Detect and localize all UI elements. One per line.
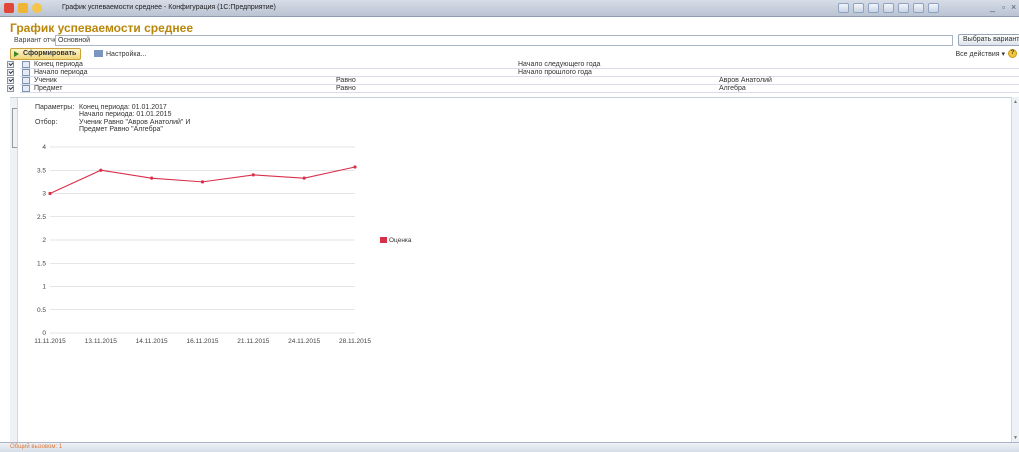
x-tick-label: 16.11.2015	[186, 338, 218, 345]
filter-condition[interactable]: Равно	[336, 77, 356, 85]
y-tick-label: 2.5	[37, 214, 46, 221]
status-bar: Общий вызовом: 1	[0, 442, 1019, 452]
variant-field[interactable]: Основной	[55, 35, 953, 46]
settings-icon	[94, 50, 103, 57]
data-point	[200, 180, 205, 184]
all-actions-menu[interactable]: Все действия ▾	[956, 50, 1005, 58]
filter-condition[interactable]: Равно	[336, 85, 356, 93]
filter-checkbox[interactable]	[7, 61, 14, 68]
scroll-up-icon[interactable]: ▲	[1013, 99, 1018, 105]
row-header-strip	[10, 98, 18, 443]
filter-value-2[interactable]: Авров Анатолий	[719, 77, 772, 85]
report-area: Параметры: Конец периода: 01.01.2017 Нач…	[10, 97, 1019, 443]
start-period-text: Начало периода: 01.01.2015	[79, 111, 172, 118]
y-tick-label: 2	[42, 237, 46, 244]
toolbar-icon-1[interactable]	[838, 3, 849, 13]
y-tick-label: 3	[42, 191, 46, 198]
filter-table: Конец периода Начало следующего года Нач…	[7, 61, 1019, 93]
y-tick-label: 1.5	[37, 260, 46, 267]
report-toolbar: Сформировать Настройка... Все действия ▾…	[10, 47, 1019, 61]
filter-row: Предмет Равно Алгебра	[7, 85, 1019, 93]
filter-row: Начало периода Начало прошлого года	[7, 69, 1019, 77]
filter-value[interactable]: Начало прошлого года	[518, 69, 592, 77]
close-icon[interactable]: ×	[1011, 2, 1016, 12]
y-tick-label: 4	[42, 144, 46, 151]
data-point	[353, 165, 357, 169]
line-chart: 0 0.5 1 1.5 2 2.5 3 3.5 4 11.11.2015 13.11.2015 14.…	[34, 144, 412, 345]
window-title: График успеваемости среднее - Конфигурац…	[62, 4, 276, 11]
filter-row: Ученик Равно Авров Анатолий	[7, 77, 1019, 85]
filter-name: Ученик	[34, 77, 57, 84]
filter-label: Отбор:	[35, 119, 58, 126]
status-tab[interactable]: Общий вызовом: 1	[10, 444, 62, 450]
data-point	[302, 176, 306, 180]
filter-checkbox[interactable]	[7, 85, 14, 92]
series-line	[49, 166, 356, 195]
catalog-icon	[22, 77, 30, 84]
x-tick-label: 24.11.2015	[288, 338, 320, 345]
minimize-icon[interactable]: _	[990, 2, 995, 12]
variant-row: Вариант отчета: Основной Выбрать вариант…	[14, 34, 1019, 47]
x-tick-label: 14.11.2015	[136, 338, 168, 345]
x-tick-label: 21.11.2015	[237, 338, 269, 345]
data-point	[251, 173, 255, 177]
data-point	[48, 191, 52, 196]
filter-row: Конец периода Начало следующего года	[7, 61, 1019, 69]
x-tick-label: 11.11.2015	[34, 338, 66, 345]
page-title: График успеваемости среднее	[10, 21, 193, 35]
filter-name: Начало периода	[34, 69, 88, 76]
window-titlebar: График успеваемости среднее - Конфигурац…	[0, 0, 1019, 17]
settings-button[interactable]: Настройка...	[94, 50, 146, 58]
calendar-icon	[22, 69, 30, 76]
toolbar-icon-3[interactable]	[868, 3, 879, 13]
filter-checkbox[interactable]	[7, 77, 14, 84]
data-point	[150, 176, 154, 180]
filter-line-1: Ученик Равно "Авров Анатолий" И	[79, 119, 191, 126]
app-logo-icon[interactable]	[4, 3, 14, 13]
grouping-bracket[interactable]	[12, 108, 17, 148]
end-period-text: Конец периода: 01.01.2017	[79, 104, 167, 111]
calendar-icon	[22, 61, 30, 68]
toolbar-icon-6[interactable]	[913, 3, 924, 13]
y-tick-label: 1	[42, 284, 46, 291]
filter-name: Предмет	[34, 85, 63, 92]
choose-variant-button[interactable]: Выбрать вариант...	[958, 34, 1019, 46]
scroll-down-icon[interactable]: ▼	[1013, 435, 1018, 441]
play-icon	[14, 51, 19, 57]
x-tick-label: 13.11.2015	[85, 338, 117, 345]
filter-name: Конец периода	[34, 61, 83, 68]
toolbar-icon-5[interactable]	[898, 3, 909, 13]
catalog-icon	[22, 85, 30, 92]
settings-label: Настройка...	[106, 51, 147, 58]
vertical-scrollbar[interactable]: ▲ ▼	[1011, 97, 1019, 442]
toolbar-icon-4[interactable]	[883, 3, 894, 13]
filter-value-2[interactable]: Алгебра	[719, 85, 746, 93]
toolbar-icon-2[interactable]	[853, 3, 864, 13]
generate-button[interactable]: Сформировать	[10, 48, 82, 60]
data-point	[99, 168, 103, 172]
legend-swatch	[380, 237, 387, 243]
toolbar-icon-7[interactable]	[928, 3, 939, 13]
params-label: Параметры:	[35, 104, 75, 111]
menu-icon[interactable]	[18, 3, 28, 13]
filter-line-2: Предмет Равно "Алгебра"	[79, 126, 163, 133]
legend-label: Оценка	[389, 237, 412, 244]
star-icon[interactable]	[32, 3, 42, 13]
y-tick-label: 3.5	[37, 167, 46, 174]
filter-value[interactable]: Начало следующего года	[518, 61, 600, 69]
y-tick-label: 0.5	[37, 307, 46, 314]
restore-icon[interactable]: ▫	[1002, 2, 1005, 12]
y-tick-label: 0	[42, 330, 46, 337]
filter-checkbox[interactable]	[7, 69, 14, 76]
generate-label: Сформировать	[23, 50, 77, 57]
x-tick-label: 28.11.2015	[339, 338, 371, 345]
help-icon[interactable]: ?	[1008, 49, 1017, 58]
